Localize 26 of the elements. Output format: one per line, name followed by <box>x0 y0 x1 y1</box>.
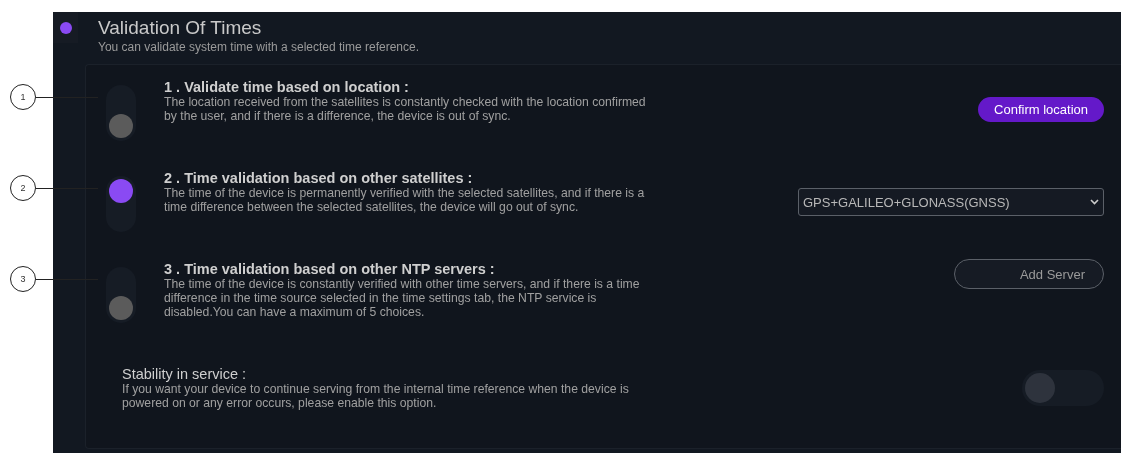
option-description: The time of the device is constantly verified with other time servers, and if there is a time difference in the time source selected in the time settings tab, the NTP service is disabled.You can have a maximum of 5 choices. <box>164 277 641 319</box>
option-description: The location received from the satellites is constantly checked with the location confirmed by the user, and if there is a difference, the device is out of sync. <box>164 95 647 123</box>
confirm-location-button[interactable]: Confirm location <box>978 97 1104 122</box>
callout-number: 1 <box>10 84 36 110</box>
toggle-thumb[interactable] <box>109 296 133 320</box>
toggle-thumb[interactable] <box>109 179 133 203</box>
option-description: The time of the device is permanently verified with the selected satellites, and if there is a time difference between the selected satellites, the device will go out of sync. <box>164 186 646 214</box>
toggle-thumb[interactable] <box>109 114 133 138</box>
dot-icon <box>59 21 72 34</box>
satellite-dropdown[interactable]: GPS+GALILEO+GLONASS(GNSS) <box>798 188 1104 216</box>
toggle-thumb[interactable] <box>1025 373 1055 403</box>
section-subtitle: You can validate system time with a selected time reference. <box>98 40 420 54</box>
toggle-switch[interactable] <box>106 267 136 323</box>
toggle-switch[interactable] <box>106 176 136 232</box>
section-title: Validation Of Times <box>98 18 263 38</box>
option-title: 1 . Validate time based on location : <box>164 79 410 95</box>
option-title: 2 . Time validation based on other satellites : <box>164 170 474 186</box>
add-server-button[interactable]: Add Server <box>954 259 1104 289</box>
toggle-switch[interactable] <box>106 85 136 141</box>
option-description: If you want your device to continue serving from the internal time reference when the device is powered on or any error occurs, please enable this option. <box>122 382 630 410</box>
chevron-down-icon <box>1090 199 1099 205</box>
option-title: Stability in service : <box>122 366 248 382</box>
callout-number: 3 <box>10 266 36 292</box>
toggle-switch[interactable] <box>1022 370 1104 406</box>
option-title: 3 . Time validation based on other NTP servers : <box>164 261 496 277</box>
callout-number: 2 <box>10 175 36 201</box>
